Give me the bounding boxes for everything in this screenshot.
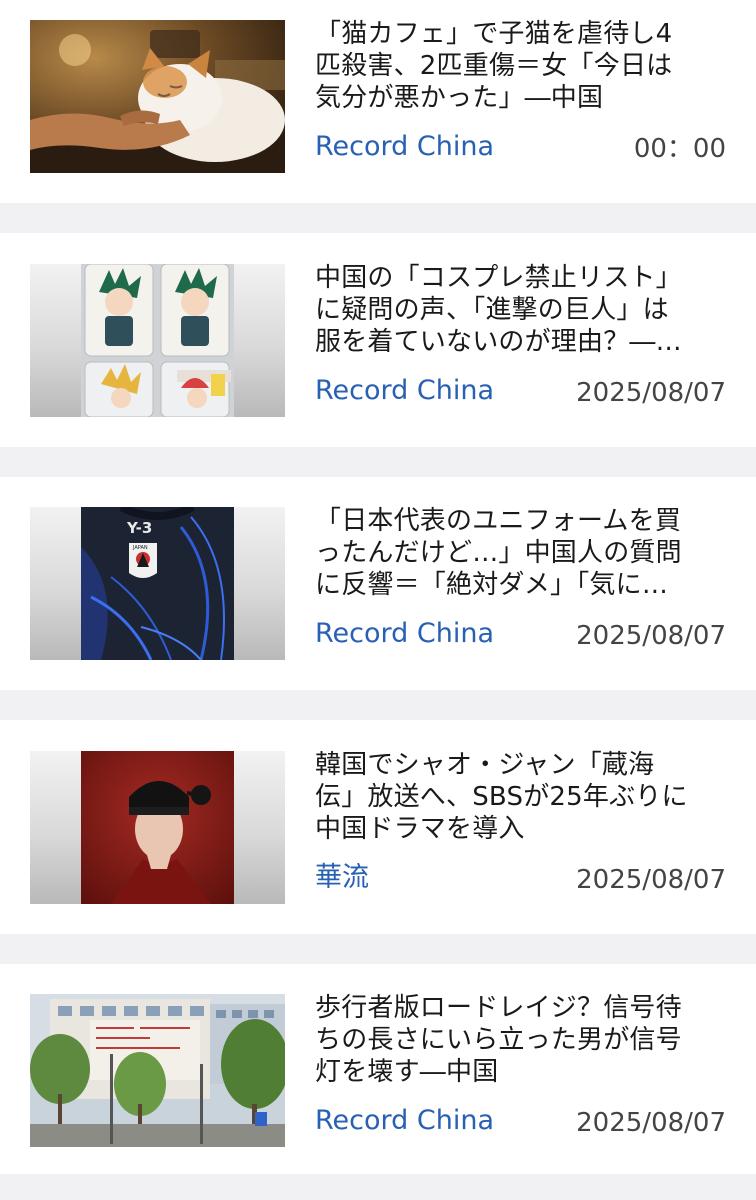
article-source: Record China	[315, 1105, 494, 1136]
news-item[interactable]: 歩行者版ロードレイジ？信号待 ちの長さにいら立った男が信号 灯を壊す―中国 Re…	[0, 964, 756, 1174]
article-source: Record China	[315, 618, 494, 649]
article-time: 2025/08/07	[576, 1108, 726, 1138]
article-title[interactable]: 中国の「コスプレ禁止リスト」 に疑問の声、「進撃の巨人」は 服を着ていないのが理…	[315, 262, 735, 358]
crest-label-text: JAPAN	[132, 545, 148, 551]
article-thumbnail[interactable]	[30, 20, 285, 173]
article-title[interactable]: 「猫カフェ」で子猫を虐待し4 匹殺害、2匹重傷＝女「今日は 気分が悪かった」―中…	[315, 18, 735, 114]
article-thumbnail[interactable]	[30, 751, 285, 904]
article-thumbnail[interactable]	[30, 994, 285, 1147]
article-title[interactable]: 歩行者版ロードレイジ？信号待 ちの長さにいら立った男が信号 灯を壊す―中国	[315, 992, 735, 1088]
news-item[interactable]: 「猫カフェ」で子猫を虐待し4 匹殺害、2匹重傷＝女「今日は 気分が悪かった」―中…	[0, 0, 756, 203]
actor-portrait-photo-icon	[81, 751, 234, 904]
article-title[interactable]: 韓国でシャオ・ジャン「蔵海 伝」放送へ、SBSが25年ぶりに 中国ドラマを導入	[315, 749, 735, 845]
news-item[interactable]: 韓国でシャオ・ジャン「蔵海 伝」放送へ、SBSが25年ぶりに 中国ドラマを導入 …	[0, 720, 756, 934]
street-photo-icon	[30, 994, 285, 1147]
article-thumbnail[interactable]: Y-3 JAPAN	[30, 507, 285, 660]
uniform-photo-icon: Y-3 JAPAN	[81, 507, 234, 660]
article-source: Record China	[315, 375, 494, 406]
article-time: 2025/08/07	[576, 621, 726, 651]
article-thumbnail[interactable]	[30, 264, 285, 417]
news-feed: 「猫カフェ」で子猫を虐待し4 匹殺害、2匹重傷＝女「今日は 気分が悪かった」―中…	[0, 0, 756, 1200]
news-item[interactable]: Y-3 JAPAN 「日本代表のユニフォームを買 ったんだけど…」中国人の質問 …	[0, 477, 756, 690]
anime-keychain-photo-icon	[81, 264, 234, 417]
article-time: 2025/08/07	[576, 378, 726, 408]
article-title[interactable]: 「日本代表のユニフォームを買 ったんだけど…」中国人の質問 に反響＝「絶対ダメ」…	[315, 505, 735, 601]
news-item[interactable]: 中国の「コスプレ禁止リスト」 に疑問の声、「進撃の巨人」は 服を着ていないのが理…	[0, 233, 756, 447]
article-time: 2025/08/07	[576, 865, 726, 895]
cat-photo-icon	[30, 20, 285, 173]
article-source: 華流	[315, 862, 369, 893]
article-source: Record China	[315, 131, 494, 162]
article-time: 00：00	[633, 134, 726, 164]
uniform-brand-text: Y-3	[126, 519, 152, 537]
